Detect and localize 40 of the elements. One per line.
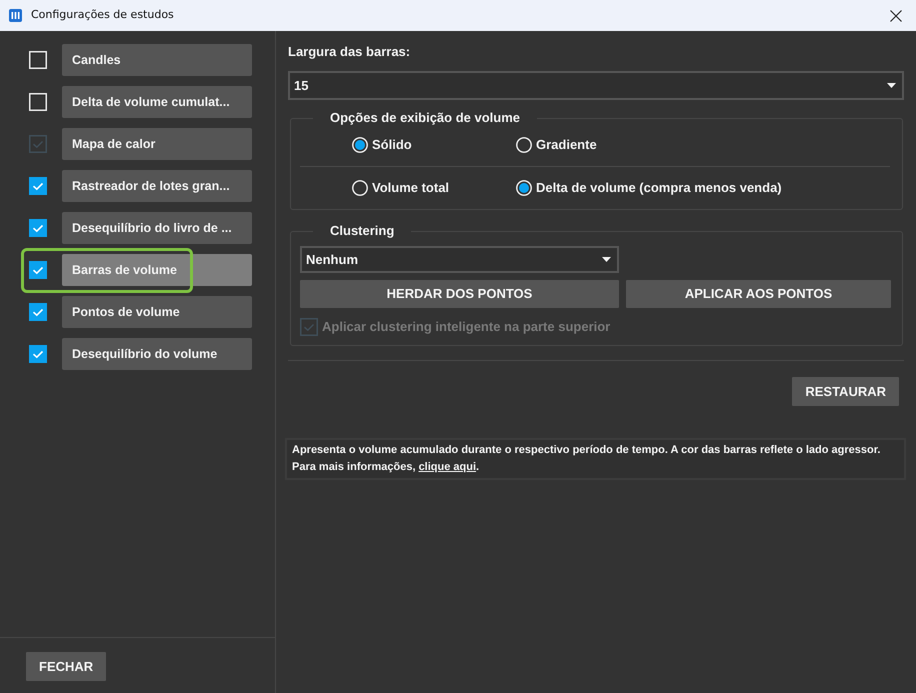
- group-title: Clustering: [329, 222, 396, 240]
- checkbox[interactable]: [29, 177, 47, 195]
- checkbox[interactable]: [29, 345, 47, 363]
- checkbox[interactable]: [29, 93, 47, 111]
- checkbox[interactable]: [29, 303, 47, 321]
- caret-icon: [887, 83, 896, 88]
- dropdown[interactable]: 15: [288, 71, 904, 100]
- window-title: Configurações de estudos: [31, 7, 174, 24]
- help-link[interactable]: clique aqui: [418, 461, 476, 473]
- close-icon[interactable]: [890, 10, 902, 22]
- radio-label: Volume total: [372, 179, 450, 198]
- description-text: Apresenta o volume acumulado durante o respectivo período de tempo. A cor das barras reflete o lado agressor.: [292, 443, 882, 458]
- checkbox[interactable]: [29, 51, 47, 69]
- radio-label: Delta de volume (compra menos venda): [536, 179, 782, 198]
- study-button[interactable]: Desequilíbrio do volume: [62, 338, 252, 370]
- checkbox[interactable]: [29, 261, 47, 279]
- radio-button[interactable]: [516, 137, 532, 153]
- action-button[interactable]: APLICAR AOS PONTOS: [626, 280, 891, 308]
- study-button[interactable]: Desequilíbrio do livro de ...: [62, 212, 252, 244]
- radio-label: Gradiente: [536, 136, 597, 154]
- study-button[interactable]: Rastreador de lotes gran...: [62, 170, 252, 202]
- app-icon: [9, 9, 22, 22]
- action-button[interactable]: HERDAR DOS PONTOS: [300, 280, 619, 308]
- radio-label: Sólido: [372, 136, 412, 154]
- reset-button[interactable]: RESTAURAR: [792, 377, 899, 406]
- study-button[interactable]: Barras de volume: [62, 254, 252, 286]
- study-button[interactable]: Candles: [62, 44, 252, 76]
- checkbox[interactable]: [29, 219, 47, 237]
- study-button[interactable]: Delta de volume cumulat...: [62, 86, 252, 118]
- radio-button[interactable]: [352, 137, 368, 153]
- close-button[interactable]: FECHAR: [26, 652, 106, 681]
- radio-button[interactable]: [516, 180, 532, 196]
- field-label: Largura das barras:: [288, 43, 412, 61]
- group-title: Opções de exibição de volume: [329, 109, 522, 127]
- caret-icon: [602, 257, 611, 262]
- study-button[interactable]: Pontos de volume: [62, 296, 252, 328]
- checkbox-label: Aplicar clustering inteligente na parte superior: [322, 318, 610, 336]
- dropdown[interactable]: Nenhum: [300, 246, 619, 273]
- help-text: Para mais informações, clique aqui.: [292, 460, 480, 475]
- radio-button[interactable]: [352, 180, 368, 196]
